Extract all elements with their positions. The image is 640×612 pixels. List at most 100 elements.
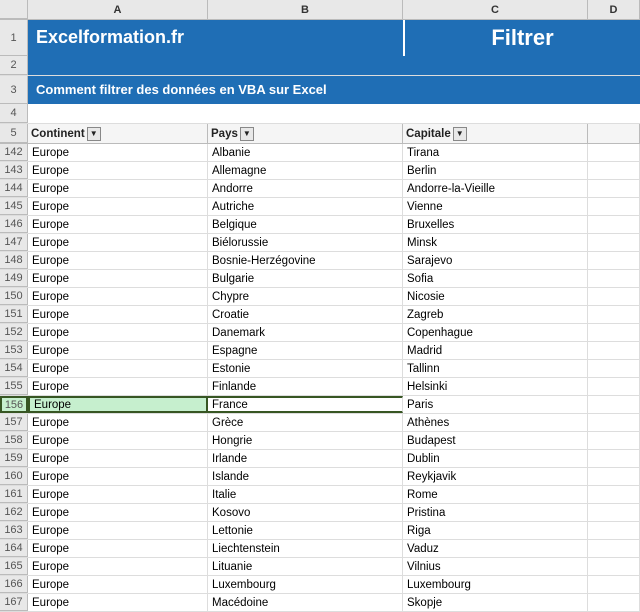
table-row[interactable]: 161 Europe Italie Rome — [0, 486, 640, 504]
continent-cell: Europe — [28, 504, 208, 521]
table-row[interactable]: 142 Europe Albanie Tirana — [0, 144, 640, 162]
table-row[interactable]: 144 Europe Andorre Andorre-la-Vieille — [0, 180, 640, 198]
table-row[interactable]: 165 Europe Lituanie Vilnius — [0, 558, 640, 576]
row-num: 161 — [0, 486, 28, 503]
extra-cell — [588, 486, 640, 503]
extra-cell — [588, 414, 640, 431]
extra-cell — [588, 558, 640, 575]
extra-cell — [588, 594, 640, 611]
table-row[interactable]: 158 Europe Hongrie Budapest — [0, 432, 640, 450]
filter-continent-btn[interactable]: ▼ — [87, 127, 101, 141]
table-row[interactable]: 143 Europe Allemagne Berlin — [0, 162, 640, 180]
capitale-cell: Dublin — [403, 450, 588, 467]
subtitle-row: 3 Comment filtrer des données en VBA sur… — [0, 76, 640, 104]
capitale-cell: Minsk — [403, 234, 588, 251]
row-num-corner — [0, 0, 28, 19]
capitale-cell: Vaduz — [403, 540, 588, 557]
table-row[interactable]: 162 Europe Kosovo Pristina — [0, 504, 640, 522]
continent-cell: Europe — [28, 306, 208, 323]
continent-cell: Europe — [28, 252, 208, 269]
capitale-cell: Paris — [403, 396, 588, 413]
pays-cell: Albanie — [208, 144, 403, 161]
table-row[interactable]: 152 Europe Danemark Copenhague — [0, 324, 640, 342]
table-row[interactable]: 154 Europe Estonie Tallinn — [0, 360, 640, 378]
table-row[interactable]: 153 Europe Espagne Madrid — [0, 342, 640, 360]
extra-cell — [588, 576, 640, 593]
table-row[interactable]: 147 Europe Biélorussie Minsk — [0, 234, 640, 252]
row-4: 4 — [0, 104, 640, 124]
pays-cell: Danemark — [208, 324, 403, 341]
row-num: 159 — [0, 450, 28, 467]
table-row[interactable]: 164 Europe Liechtenstein Vaduz — [0, 540, 640, 558]
capitale-cell: Berlin — [403, 162, 588, 179]
continent-cell: Europe — [28, 414, 208, 431]
extra-cell — [588, 270, 640, 287]
continent-cell: Europe — [28, 378, 208, 395]
continent-cell: Europe — [28, 162, 208, 179]
table-row[interactable]: 151 Europe Croatie Zagreb — [0, 306, 640, 324]
pays-cell: Allemagne — [208, 162, 403, 179]
table-row[interactable]: 145 Europe Autriche Vienne — [0, 198, 640, 216]
data-table: 142 Europe Albanie Tirana 143 Europe All… — [0, 144, 640, 612]
extra-cell — [588, 540, 640, 557]
capitale-cell: Riga — [403, 522, 588, 539]
extra-cell — [588, 522, 640, 539]
extra-cell — [588, 468, 640, 485]
filter-pays-header: Pays ▼ — [208, 124, 403, 143]
table-row[interactable]: 156 Europe France Paris — [0, 396, 640, 414]
row-num: 154 — [0, 360, 28, 377]
continent-cell: Europe — [28, 198, 208, 215]
pays-cell: Estonie — [208, 360, 403, 377]
spreadsheet: A B C D 1 Excelformation.fr Filtrer 2 3 … — [0, 0, 640, 612]
capitale-cell: Bruxelles — [403, 216, 588, 233]
pays-cell: Belgique — [208, 216, 403, 233]
continent-cell: Europe — [28, 396, 208, 413]
table-row[interactable]: 163 Europe Lettonie Riga — [0, 522, 640, 540]
table-row[interactable]: 167 Europe Macédoine Skopje — [0, 594, 640, 612]
table-row[interactable]: 155 Europe Finlande Helsinki — [0, 378, 640, 396]
table-row[interactable]: 166 Europe Luxembourg Luxembourg — [0, 576, 640, 594]
table-row[interactable]: 157 Europe Grèce Athènes — [0, 414, 640, 432]
continent-cell: Europe — [28, 180, 208, 197]
capitale-cell: Vilnius — [403, 558, 588, 575]
filter-capitale-btn[interactable]: ▼ — [453, 127, 467, 141]
row-num: 151 — [0, 306, 28, 323]
capitale-cell: Pristina — [403, 504, 588, 521]
filtrer-button[interactable]: Filtrer — [403, 20, 640, 56]
row-num: 148 — [0, 252, 28, 269]
row-num: 166 — [0, 576, 28, 593]
extra-cell — [588, 288, 640, 305]
table-row[interactable]: 149 Europe Bulgarie Sofia — [0, 270, 640, 288]
capitale-cell: Madrid — [403, 342, 588, 359]
table-row[interactable]: 160 Europe Islande Reykjavik — [0, 468, 640, 486]
continent-cell: Europe — [28, 594, 208, 611]
continent-cell: Europe — [28, 540, 208, 557]
row-num: 158 — [0, 432, 28, 449]
extra-cell — [588, 216, 640, 233]
filter-pays-btn[interactable]: ▼ — [240, 127, 254, 141]
capitale-cell: Nicosie — [403, 288, 588, 305]
pays-cell: Espagne — [208, 342, 403, 359]
table-row[interactable]: 150 Europe Chypre Nicosie — [0, 288, 640, 306]
pays-cell: France — [208, 396, 403, 413]
col-header-a: A — [28, 0, 208, 19]
capitale-cell: Sofia — [403, 270, 588, 287]
row-num: 149 — [0, 270, 28, 287]
continent-cell: Europe — [28, 270, 208, 287]
pays-cell: Biélorussie — [208, 234, 403, 251]
extra-cell — [588, 198, 640, 215]
continent-cell: Europe — [28, 468, 208, 485]
subtitle: Comment filtrer des données en VBA sur E… — [28, 76, 640, 104]
col-header-d: D — [588, 0, 640, 19]
row-num: 147 — [0, 234, 28, 251]
table-row[interactable]: 148 Europe Bosnie-Herzégovine Sarajevo — [0, 252, 640, 270]
filter-continent-header: Continent ▼ — [28, 124, 208, 143]
capitale-cell: Luxembourg — [403, 576, 588, 593]
capitale-cell: Sarajevo — [403, 252, 588, 269]
row-num: 165 — [0, 558, 28, 575]
pays-cell: Kosovo — [208, 504, 403, 521]
table-row[interactable]: 146 Europe Belgique Bruxelles — [0, 216, 640, 234]
table-row[interactable]: 159 Europe Irlande Dublin — [0, 450, 640, 468]
pays-cell: Autriche — [208, 198, 403, 215]
extra-cell — [588, 324, 640, 341]
